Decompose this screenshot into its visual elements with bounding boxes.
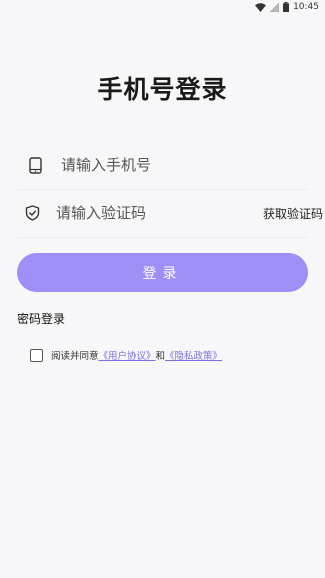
wifi-icon: [255, 2, 267, 12]
phone-field-row: [17, 141, 308, 190]
signal-icon: [270, 2, 280, 12]
page-title: 手机号登录: [97, 75, 228, 104]
verification-code-input[interactable]: [56, 204, 250, 222]
agreement-checkbox[interactable]: [30, 348, 43, 362]
user-agreement-link[interactable]: 《用户协议》: [99, 348, 156, 362]
battery-icon: [283, 2, 290, 12]
shield-check-icon: [25, 205, 40, 221]
phone-icon: [25, 156, 45, 174]
password-login-link[interactable]: 密码登录: [17, 310, 65, 327]
agreement-row: 阅读并同意 《用户协议》 和 《隐私政策》: [30, 348, 222, 362]
phone-input[interactable]: [61, 156, 308, 174]
code-field-row: 获取验证码: [17, 189, 323, 238]
agreement-prefix: 阅读并同意: [51, 351, 99, 362]
agreement-conjunction: 和: [155, 351, 166, 362]
privacy-policy-link[interactable]: 《隐私政策》: [165, 348, 222, 362]
status-time: 10:45: [293, 2, 319, 12]
status-bar: 10:45: [0, 0, 325, 14]
login-button[interactable]: 登录: [17, 253, 308, 292]
login-button-label: 登录: [142, 265, 183, 282]
get-code-button[interactable]: 获取验证码: [263, 205, 323, 222]
